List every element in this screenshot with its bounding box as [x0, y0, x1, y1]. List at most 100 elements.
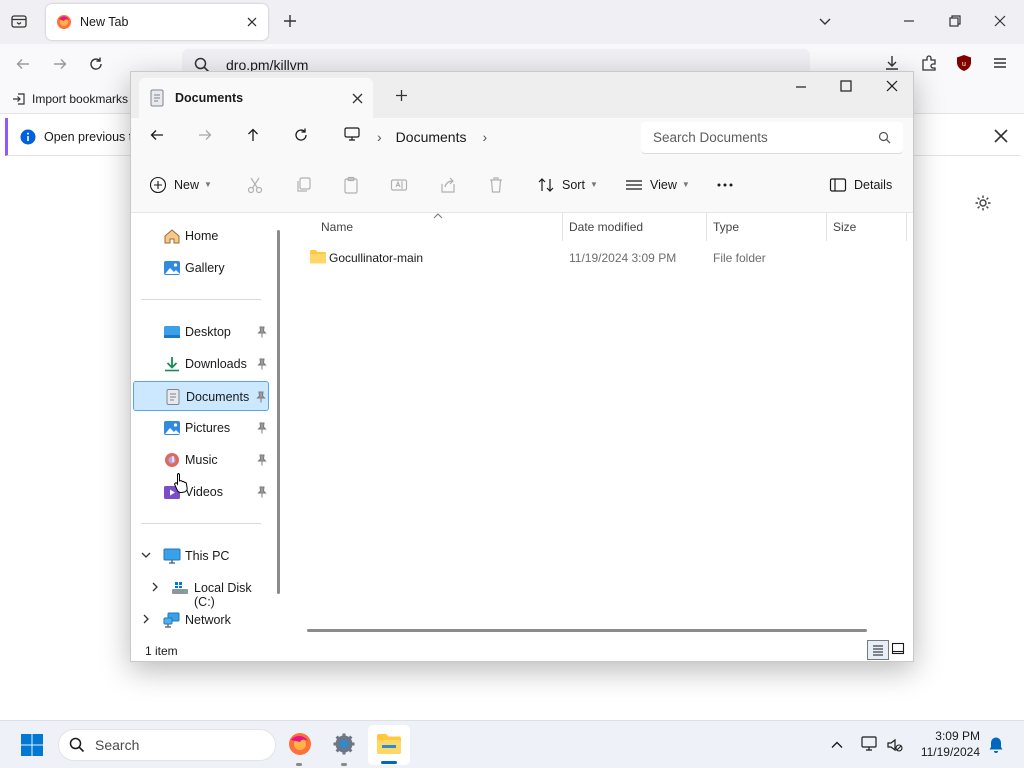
see-more-button[interactable] — [716, 156, 734, 213]
reload-icon[interactable] — [88, 56, 104, 72]
column-header-date-modified[interactable]: Date modified — [569, 213, 643, 241]
explorer-up-icon[interactable] — [245, 127, 261, 143]
extensions-icon[interactable] — [920, 54, 938, 72]
tiles-view-icon[interactable] — [891, 642, 905, 656]
close-explorer-icon[interactable] — [885, 79, 899, 93]
column-divider[interactable] — [706, 213, 707, 241]
sidebar-item-network[interactable]: Network — [133, 605, 269, 635]
pin-icon[interactable] — [257, 454, 267, 466]
paste-button[interactable] — [342, 156, 360, 213]
column-divider[interactable] — [562, 213, 563, 241]
explorer-search-box[interactable]: Search Documents — [641, 122, 903, 154]
desktop-folder-icon — [163, 324, 181, 340]
network-status-icon[interactable] — [860, 735, 878, 753]
system-clock[interactable]: 3:09 PM 11/19/2024 — [912, 728, 980, 760]
new-button[interactable]: New ▼ — [149, 156, 212, 213]
info-icon — [20, 129, 36, 145]
sidebar-item-gallery[interactable]: Gallery — [133, 253, 269, 283]
ublock-origin-icon[interactable]: u — [955, 54, 973, 72]
horizontal-scrollbar[interactable] — [307, 629, 867, 632]
import-bookmarks-link[interactable]: Import bookmarks — [32, 92, 128, 106]
minimize-explorer-icon[interactable] — [794, 80, 808, 94]
column-header-size[interactable]: Size — [833, 213, 856, 241]
explorer-refresh-icon[interactable] — [293, 127, 309, 143]
close-notification-icon[interactable] — [993, 128, 1009, 144]
gallery-icon — [163, 260, 181, 276]
notification-bell-icon[interactable] — [988, 736, 1004, 754]
forward-icon[interactable] — [52, 56, 68, 72]
restore-browser-icon[interactable] — [948, 14, 962, 28]
active-indicator — [381, 761, 397, 764]
taskbar-search-box[interactable]: Search — [58, 729, 276, 761]
chevron-up-icon[interactable] — [830, 738, 844, 752]
expand-chevron-right-icon[interactable] — [141, 614, 151, 624]
menu-icon[interactable] — [992, 55, 1008, 71]
sidebar-item-label: Pictures — [185, 421, 231, 435]
new-tab-icon[interactable] — [282, 13, 298, 29]
sidebar-item-downloads[interactable]: Downloads — [133, 349, 269, 379]
explorer-forward-icon[interactable] — [197, 127, 213, 143]
explorer-tab-documents[interactable]: Documents — [139, 78, 373, 118]
column-divider[interactable] — [826, 213, 827, 241]
newtab-settings-gear-icon[interactable] — [974, 194, 992, 212]
minimize-browser-icon[interactable] — [902, 14, 916, 28]
cut-button[interactable] — [246, 156, 264, 213]
breadcrumb-documents[interactable]: Documents — [396, 129, 467, 145]
settings-gear-taskbar-icon[interactable] — [332, 732, 356, 756]
breadcrumb-chevron-icon[interactable]: › — [482, 129, 487, 145]
details-pane-button[interactable]: Details — [829, 156, 892, 213]
browser-tab-new-tab[interactable]: New Tab — [46, 4, 268, 40]
pin-icon[interactable] — [257, 358, 267, 370]
pin-icon[interactable] — [257, 486, 267, 498]
maximize-explorer-icon[interactable] — [839, 79, 853, 93]
back-icon[interactable] — [15, 56, 31, 72]
close-explorer-tab-icon[interactable] — [352, 93, 363, 104]
pin-icon[interactable] — [257, 326, 267, 338]
column-divider[interactable] — [906, 213, 907, 241]
this-pc-breadcrumb-icon[interactable] — [343, 126, 361, 142]
new-explorer-tab-icon[interactable] — [395, 89, 408, 102]
sidebar-item-desktop[interactable]: Desktop — [133, 317, 269, 347]
copy-button[interactable] — [294, 156, 312, 213]
downloads-icon[interactable] — [883, 54, 901, 72]
details-view-icon[interactable] — [867, 640, 889, 660]
sidebar-item-documents[interactable]: Documents — [133, 381, 269, 411]
sort-button[interactable]: Sort ▼ — [537, 156, 598, 213]
list-all-tabs-icon[interactable] — [818, 14, 832, 28]
sidebar-item-music[interactable]: Music — [133, 445, 269, 475]
sidebar-item-label: Downloads — [185, 357, 247, 371]
tab-list-icon[interactable] — [10, 12, 28, 30]
sidebar-item-pictures[interactable]: Pictures — [133, 413, 269, 443]
browser-tab-title: New Tab — [80, 15, 129, 29]
delete-button[interactable] — [487, 156, 505, 213]
sidebar-item-home[interactable]: Home — [133, 221, 269, 251]
expand-chevron-right-icon[interactable] — [150, 582, 160, 592]
expand-chevron-down-icon[interactable] — [141, 550, 151, 560]
volume-muted-icon[interactable] — [886, 736, 904, 754]
explorer-back-icon[interactable] — [149, 127, 165, 143]
explorer-address-toolbar: › Documents › Search Documents — [131, 118, 913, 156]
sidebar-item-this-pc[interactable]: This PC — [133, 541, 269, 571]
share-button[interactable] — [439, 156, 457, 213]
view-button[interactable]: View ▼ — [625, 156, 690, 213]
file-explorer-taskbar-button[interactable] — [368, 725, 410, 765]
rename-button[interactable] — [390, 156, 408, 213]
sidebar-item-local-disk[interactable]: Local Disk (C:) — [133, 573, 269, 609]
column-header-type[interactable]: Type — [713, 213, 739, 241]
close-browser-icon[interactable] — [993, 14, 1007, 28]
pin-icon[interactable] — [257, 422, 267, 434]
table-row[interactable]: Gocullinator-main 11/19/2024 3:09 PM Fil… — [287, 243, 907, 273]
pin-icon[interactable] — [256, 391, 266, 403]
windows-start-icon[interactable] — [20, 733, 44, 757]
column-header-name[interactable]: Name — [321, 213, 353, 241]
sidebar-item-videos[interactable]: Videos — [133, 477, 269, 507]
firefox-taskbar-icon[interactable] — [288, 732, 312, 756]
navigation-pane: Home Gallery Desktop Downloads Documents… — [131, 213, 281, 640]
breadcrumb-chevron-icon[interactable]: › — [377, 129, 382, 145]
sidebar-scrollbar[interactable] — [277, 230, 280, 594]
close-tab-icon[interactable] — [246, 16, 258, 28]
new-button-label: New — [174, 177, 200, 192]
explorer-command-bar: New ▼ Sort ▼ View ▼ Details — [131, 156, 913, 213]
import-icon[interactable] — [12, 92, 26, 106]
new-plus-icon — [149, 176, 167, 194]
